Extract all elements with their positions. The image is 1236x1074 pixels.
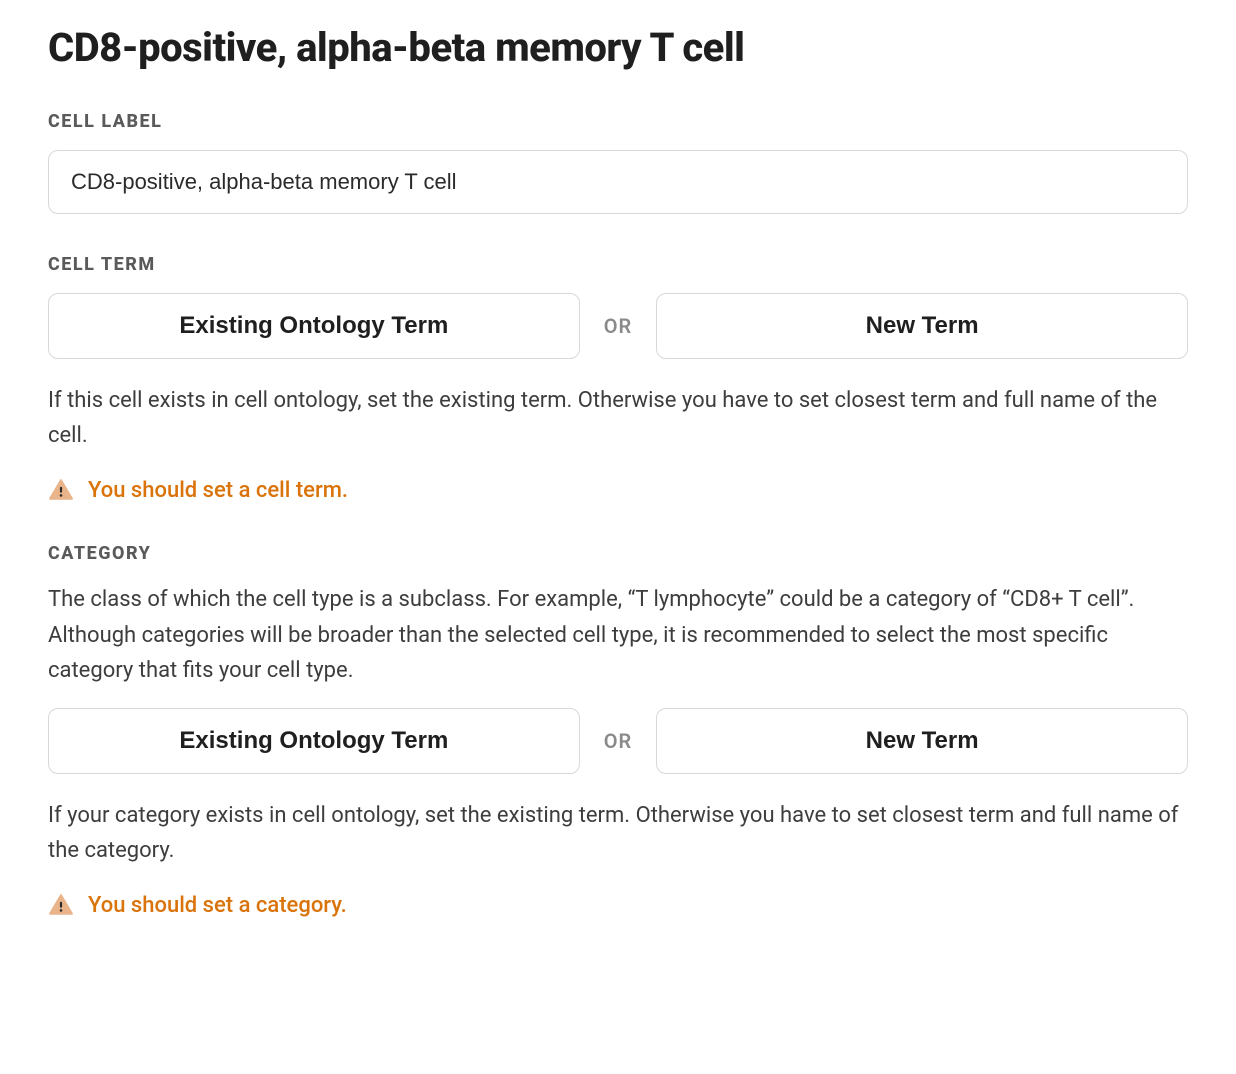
cell-term-warning: You should set a cell term. — [48, 477, 1188, 503]
category-warning-text: You should set a category. — [88, 893, 347, 918]
category-warning: You should set a category. — [48, 892, 1188, 918]
category-section: CATEGORY The class of which the cell typ… — [48, 543, 1188, 918]
category-or-label: OR — [604, 729, 633, 753]
cell-term-choice-row: Existing Ontology Term OR New Term — [48, 293, 1188, 359]
category-helper-text: If your category exists in cell ontology… — [48, 798, 1188, 868]
warning-icon — [48, 477, 74, 503]
cell-term-new-button[interactable]: New Term — [656, 293, 1188, 359]
category-existing-button[interactable]: Existing Ontology Term — [48, 708, 580, 774]
cell-label-heading: CELL LABEL — [48, 111, 1188, 132]
category-heading: CATEGORY — [48, 543, 1188, 564]
cell-label-section: CELL LABEL — [48, 111, 1188, 214]
cell-term-heading: CELL TERM — [48, 254, 1188, 275]
category-choice-row: Existing Ontology Term OR New Term — [48, 708, 1188, 774]
cell-term-existing-button[interactable]: Existing Ontology Term — [48, 293, 580, 359]
warning-icon — [48, 892, 74, 918]
category-new-button[interactable]: New Term — [656, 708, 1188, 774]
cell-term-section: CELL TERM Existing Ontology Term OR New … — [48, 254, 1188, 503]
category-description: The class of which the cell type is a su… — [48, 582, 1188, 688]
cell-term-warning-text: You should set a cell term. — [88, 478, 348, 503]
page-title: CD8-positive, alpha-beta memory T cell — [48, 24, 1188, 71]
cell-term-or-label: OR — [604, 314, 633, 338]
cell-label-input[interactable] — [48, 150, 1188, 214]
cell-term-helper-text: If this cell exists in cell ontology, se… — [48, 383, 1188, 453]
